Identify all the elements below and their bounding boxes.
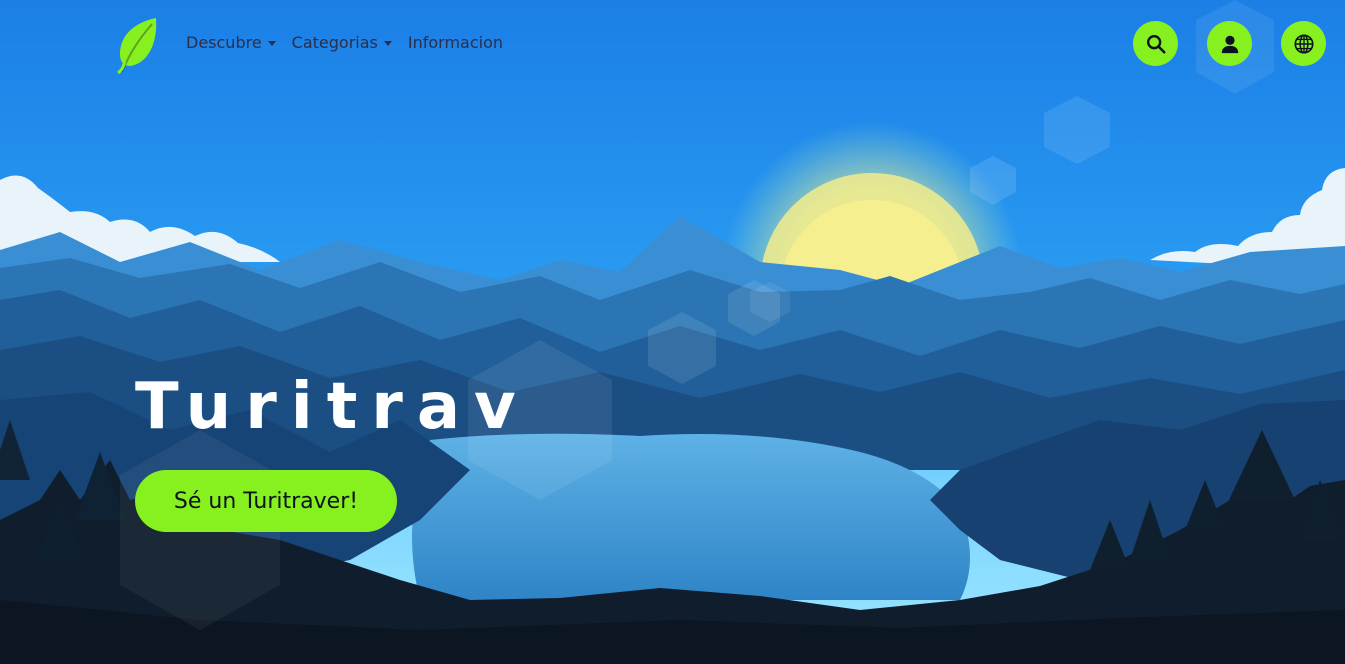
hero-section: Descubre Categorias Informacion Turitrav… (0, 0, 1345, 664)
nav-categorias-dropdown[interactable]: Categorias (292, 33, 392, 52)
hero-title: Turitrav (135, 370, 530, 444)
nav-informacion-label: Informacion (407, 33, 504, 52)
nav-actions (1133, 21, 1326, 66)
nav-links: Descubre Categorias Informacion (186, 33, 503, 52)
cta-join-button[interactable]: Sé un Turitraver! (135, 470, 397, 532)
search-icon (1146, 34, 1166, 54)
search-button[interactable] (1133, 21, 1178, 66)
user-account-button[interactable] (1207, 21, 1252, 66)
nav-categorias-label: Categorias (291, 33, 378, 52)
user-icon (1221, 35, 1238, 53)
top-navbar: Descubre Categorias Informacion (0, 0, 1345, 88)
nav-descubre-dropdown[interactable]: Descubre (186, 33, 276, 52)
chevron-down-icon (267, 41, 276, 46)
nav-informacion-link[interactable]: Informacion (408, 33, 503, 52)
language-button[interactable] (1281, 21, 1326, 66)
chevron-down-icon (383, 41, 392, 46)
leaf-logo-icon[interactable] (116, 16, 160, 75)
globe-icon (1293, 33, 1314, 54)
mountain-landscape-background (0, 0, 1345, 664)
nav-descubre-label: Descubre (186, 33, 262, 52)
